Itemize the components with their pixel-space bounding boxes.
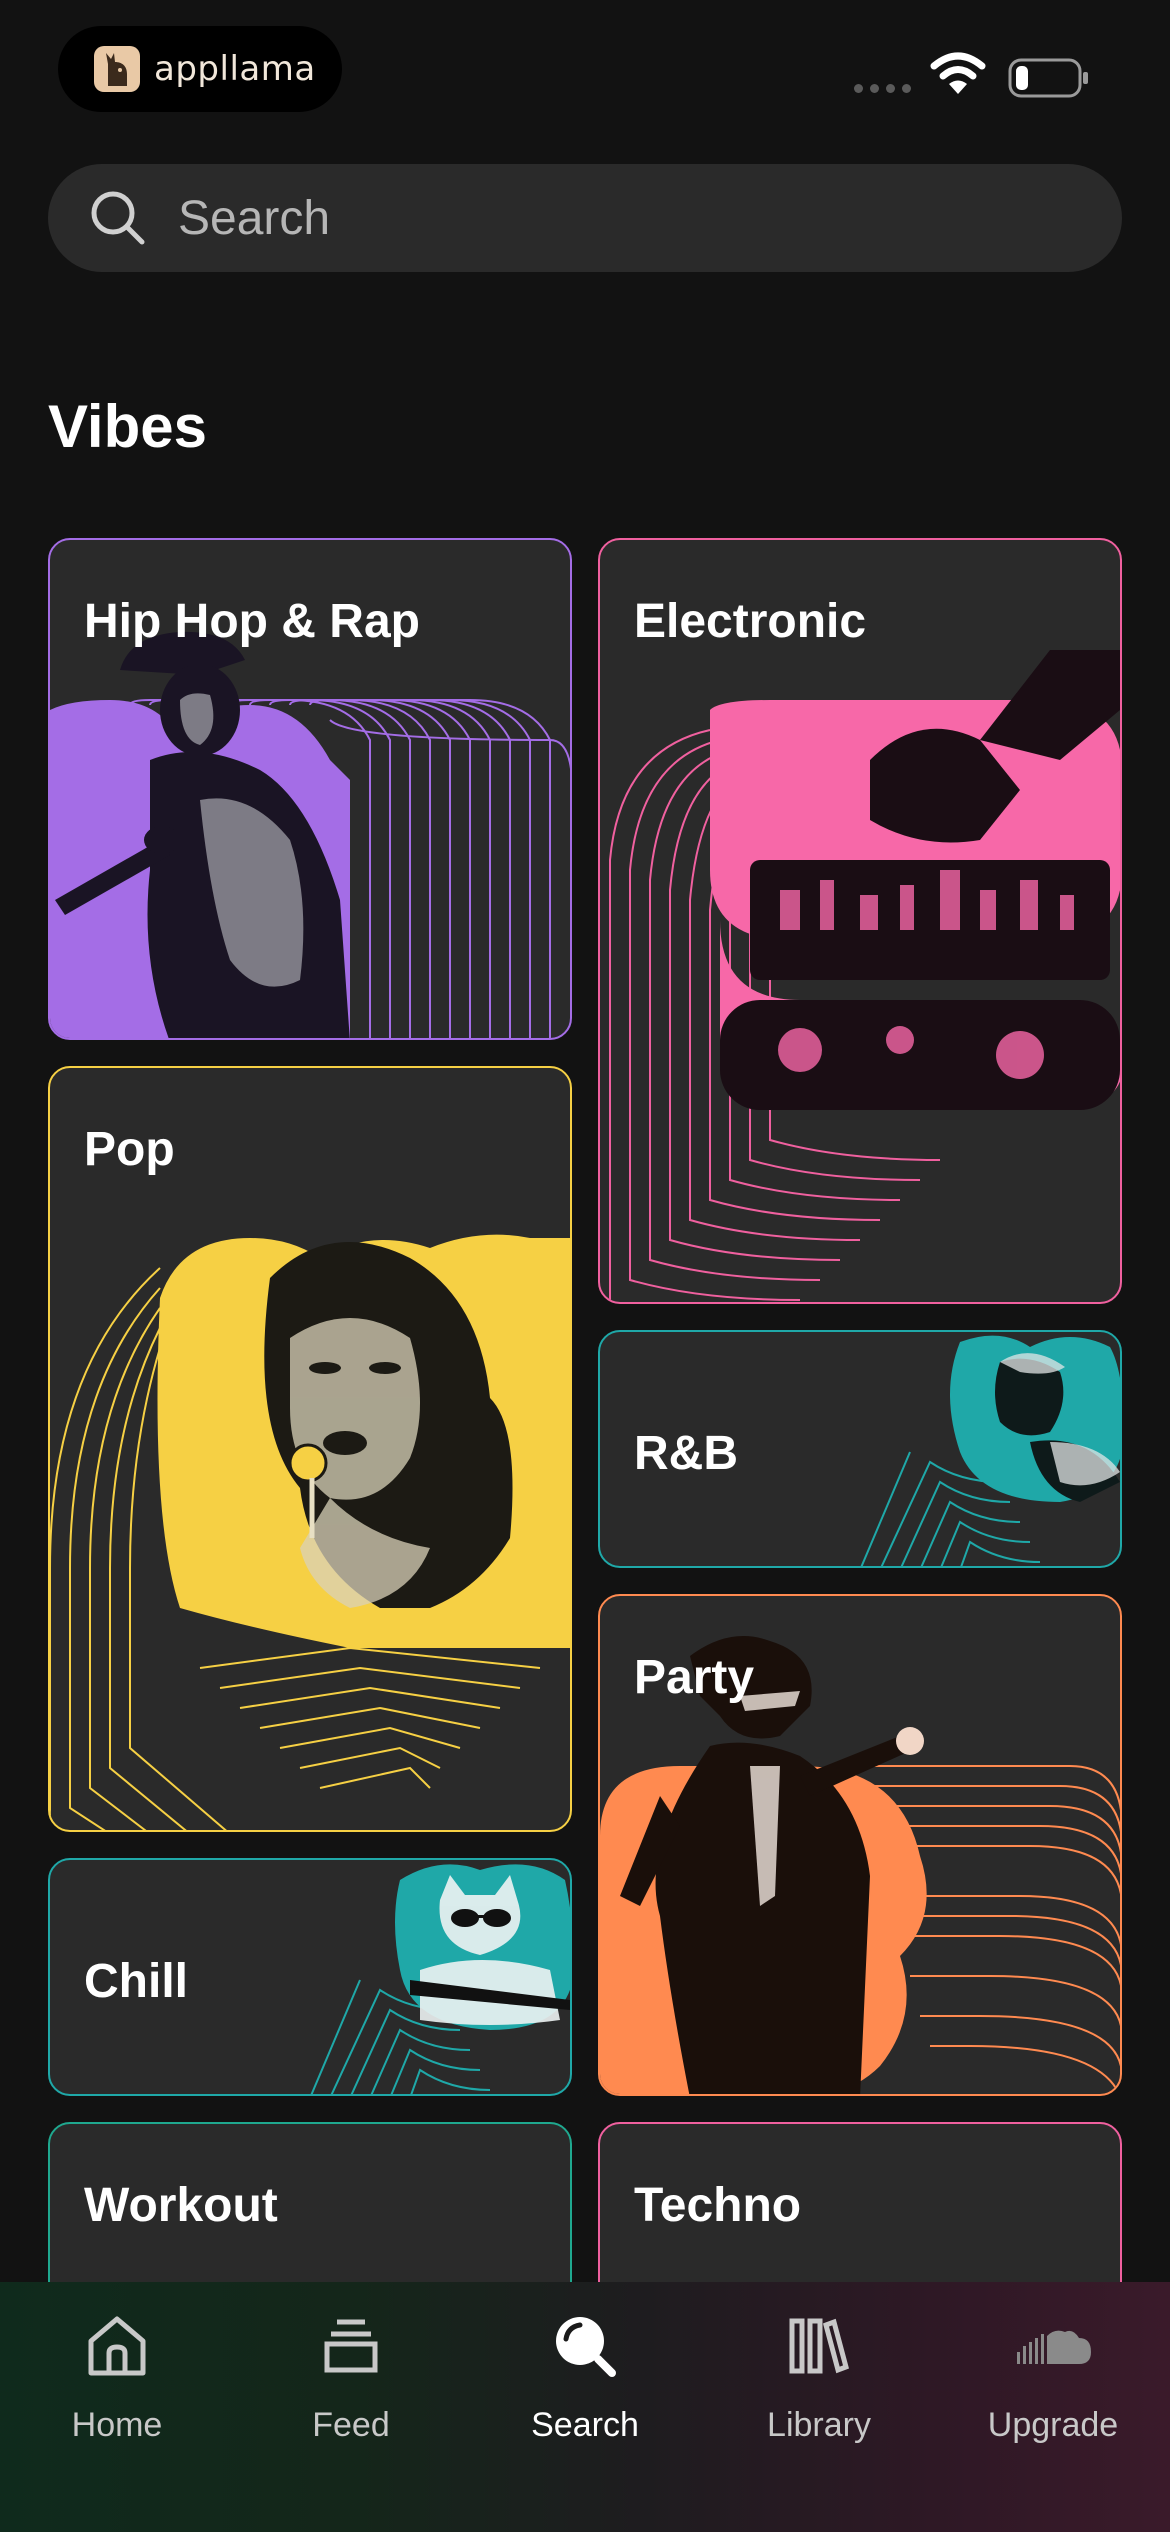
- pop-singer-artwork: [50, 1234, 570, 1830]
- vibes-screen: appllama Search Vibes Hip Hop & Rap Elec…: [0, 0, 1170, 2532]
- dj-mixer-artwork: [609, 650, 1120, 1301]
- battery-icon: [1008, 58, 1088, 98]
- genre-tile-electronic[interactable]: Electronic: [598, 538, 1122, 1304]
- tab-upgrade[interactable]: Upgrade: [936, 2282, 1170, 2532]
- tile-label: Party: [634, 1651, 755, 1704]
- tab-label: Feed: [312, 2406, 390, 2444]
- tab-feed[interactable]: Feed: [234, 2282, 468, 2532]
- genre-tile-pop[interactable]: Pop: [48, 1066, 572, 1832]
- tab-label: Upgrade: [987, 2406, 1119, 2444]
- tab-library[interactable]: Library: [702, 2282, 936, 2532]
- cloud-icon: [1015, 2306, 1091, 2386]
- tile-label: Hip Hop & Rap: [84, 595, 420, 648]
- library-icon: [788, 2306, 850, 2386]
- search-icon: [91, 191, 145, 245]
- tile-label: Pop: [84, 1123, 175, 1176]
- signal-icon: [854, 84, 911, 93]
- tile-label: R&B: [634, 1427, 738, 1480]
- app-badge-label: appllama: [154, 49, 316, 89]
- tile-label: Chill: [84, 1955, 188, 2008]
- tile-label: Techno: [634, 2179, 802, 2232]
- tile-label: Electronic: [634, 595, 867, 648]
- search-input[interactable]: Search: [48, 164, 1122, 272]
- genre-tile-rnb[interactable]: R&B: [598, 1330, 1122, 1568]
- tab-search[interactable]: Search: [468, 2282, 702, 2532]
- wifi-icon: [930, 52, 986, 94]
- search-placeholder: Search: [178, 191, 331, 245]
- search-icon: [552, 2306, 618, 2386]
- home-icon: [85, 2306, 149, 2386]
- feed-icon: [323, 2306, 379, 2386]
- tab-home[interactable]: Home: [0, 2282, 234, 2532]
- genre-tile-party[interactable]: Party: [598, 1594, 1122, 2096]
- app-badge: appllama: [58, 26, 342, 112]
- genre-tile-hiphop[interactable]: Hip Hop & Rap: [48, 538, 572, 1040]
- llama-logo-icon: [94, 46, 140, 92]
- tile-label: Workout: [84, 2179, 278, 2232]
- genre-tile-chill[interactable]: Chill: [48, 1858, 572, 2096]
- tab-label: Library: [767, 2406, 871, 2444]
- section-title: Vibes: [48, 393, 207, 460]
- tab-label: Search: [531, 2406, 639, 2444]
- tab-label: Home: [71, 2406, 163, 2444]
- bottom-tab-bar: Home Feed Search Library Upgrade: [0, 2282, 1170, 2532]
